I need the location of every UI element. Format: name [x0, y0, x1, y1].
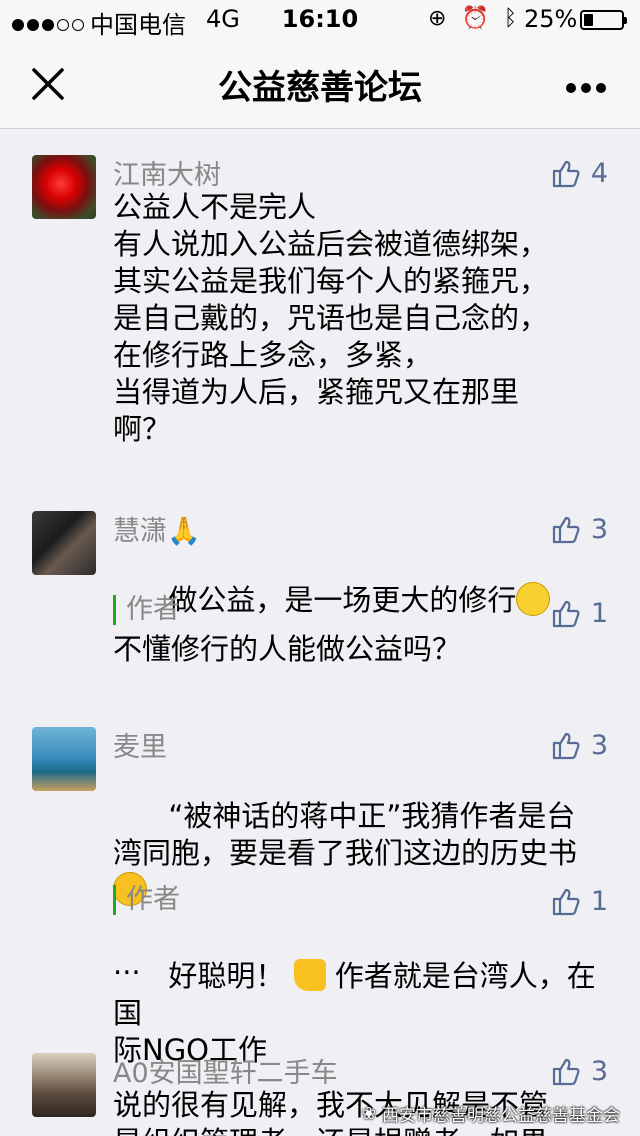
comment-list[interactable]: 江南大树 4 公益人不是完人 有人说加入公益后会被道德绑架， 其实公益是我们每个… [0, 129, 640, 1136]
comment-item: 江南大树 4 公益人不是完人 有人说加入公益后会被道德绑架， 其实公益是我们每个… [0, 155, 640, 485]
comment-item: 麦里 3 “被神话的蒋中正”我猜作者是台湾同胞，要是看了我们这边的历史书 ...… [0, 725, 640, 1067]
watermark-text: 西安市慈善明慈公益慈善基金会 [382, 1106, 620, 1126]
comment-text: 公益人不是完人 有人说加入公益后会被道德绑架， 其实公益是我们每个人的紧箍咒， … [113, 190, 549, 446]
battery-percentage: 25% [524, 5, 578, 33]
comment-text: “被神话的蒋中正”我猜作者是台湾同胞，要是看了我们这边的历史书 [113, 799, 578, 870]
like-button[interactable]: 3 [551, 511, 608, 547]
like-count: 1 [590, 597, 608, 629]
nav-bar: 公益慈善论坛 [0, 40, 640, 129]
more-icon [566, 83, 576, 93]
page-title: 公益慈善论坛 [218, 68, 422, 108]
thumbs-up-icon [552, 1058, 580, 1086]
reply-like-button[interactable]: 1 [551, 883, 608, 919]
battery-icon [580, 10, 627, 30]
avatar[interactable] [32, 511, 96, 575]
like-count: 1 [590, 885, 608, 917]
like-count: 4 [590, 157, 608, 189]
author-reply-label: 作者 [113, 885, 180, 915]
thumbs-up-icon [552, 600, 580, 628]
like-count: 3 [590, 513, 608, 545]
comment-text: 做公益，是一场更大的修行 [168, 583, 517, 617]
thumbs-up-icon [552, 160, 580, 188]
status-bar: 中国电信 4G 16:10 ⊕ ⏰ ᛒ 25% [0, 0, 640, 40]
rotation-lock-icon: ⊕ [428, 6, 447, 31]
smiley-emoji-icon [516, 582, 551, 616]
wechat-logo-icon: ❀ [361, 1103, 376, 1124]
thumbs-up-icon [552, 516, 580, 544]
like-button[interactable]: 4 [551, 155, 608, 191]
like-count: 3 [590, 1055, 608, 1087]
avatar[interactable] [32, 1053, 96, 1117]
commenter-name[interactable]: 麦里 [113, 725, 167, 764]
avatar[interactable] [32, 727, 96, 791]
author-reply-text: 不懂修行的人能做公益吗？ [113, 632, 462, 666]
alarm-icon: ⏰ [461, 6, 489, 31]
avatar[interactable] [32, 155, 96, 219]
reply-like-button[interactable]: 1 [551, 595, 608, 631]
bluetooth-icon: ᛒ [503, 6, 518, 31]
commenter-name[interactable]: 慧潇🙏 [113, 509, 201, 548]
thumbs-up-icon [552, 888, 580, 916]
more-options-button[interactable] [566, 78, 611, 97]
like-button[interactable]: 3 [551, 1053, 608, 1089]
comment-item: 慧潇🙏 3 做公益，是一场更大的修行 作者 1 不懂修行的人能做公益吗？ [0, 511, 640, 681]
watermark: ❀ 西安市慈善明慈公益慈善基金会 [361, 1101, 620, 1127]
thumbs-up-emoji-icon [293, 959, 326, 991]
thumbs-up-icon [552, 732, 580, 760]
author-reply-text: 好聪明！ [168, 959, 285, 993]
like-count: 3 [590, 729, 608, 761]
commenter-name[interactable]: A0安国聖轩二手车 [113, 1051, 338, 1090]
like-button[interactable]: 3 [551, 727, 608, 763]
author-reply-label: 作者 [113, 595, 180, 625]
commenter-name[interactable]: 江南大树 [113, 153, 221, 192]
